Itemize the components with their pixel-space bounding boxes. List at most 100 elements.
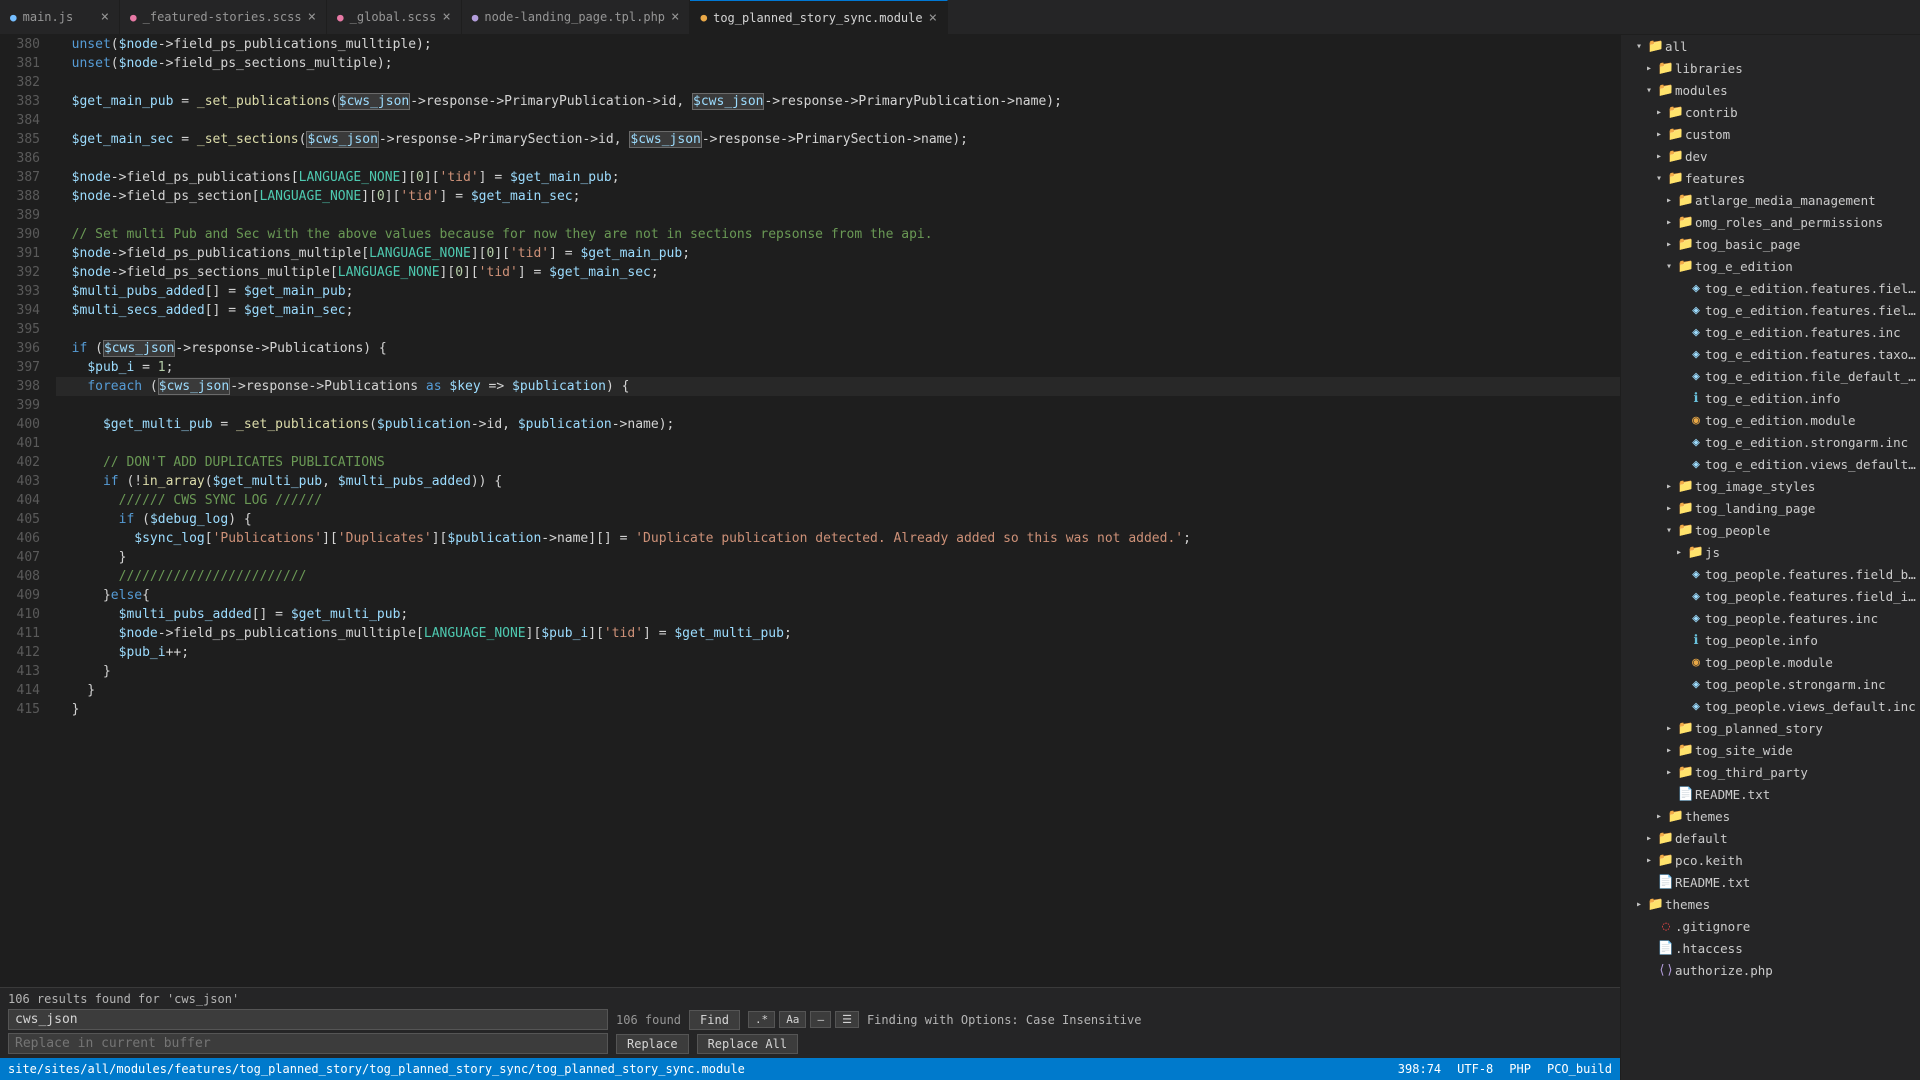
- folder-arrow: ▸: [1661, 767, 1677, 778]
- line-number: 405: [8, 510, 40, 529]
- file-tog_e_edition_info[interactable]: ℹtog_e_edition.info: [1621, 387, 1920, 409]
- folder-libraries[interactable]: ▸📁libraries: [1621, 57, 1920, 79]
- folder-icon: 📁: [1647, 897, 1665, 912]
- tab-global-scss[interactable]: ●_global.scss×: [327, 0, 462, 34]
- replace-all-button[interactable]: Replace All: [697, 1034, 798, 1054]
- status-bar: site/sites/all/modules/features/tog_plan…: [0, 1058, 1620, 1080]
- code-line: unset($node->field_ps_publications_mullt…: [56, 35, 1620, 54]
- folder-icon: 📁: [1677, 523, 1695, 538]
- tree-item-label: tog_e_edition.views_default.inc: [1705, 457, 1920, 472]
- code-content[interactable]: unset($node->field_ps_publications_mullt…: [48, 35, 1620, 987]
- tree-item-label: modules: [1675, 83, 1920, 98]
- folder-icon: 📁: [1677, 479, 1695, 494]
- status-build: PCO_build: [1547, 1062, 1612, 1076]
- folder-tog_e_edition[interactable]: ▾📁tog_e_edition: [1621, 255, 1920, 277]
- folder-omg_roles_and_permissions[interactable]: ▸📁omg_roles_and_permissions: [1621, 211, 1920, 233]
- line-number: 411: [8, 624, 40, 643]
- file-tog_e_edition_features_inc[interactable]: ◈tog_e_edition.features.inc: [1621, 321, 1920, 343]
- code-line: ////////////////////////: [56, 567, 1620, 586]
- file-tog_e_edition_views_default_inc[interactable]: ◈tog_e_edition.views_default.inc: [1621, 453, 1920, 475]
- line-number: 380: [8, 35, 40, 54]
- folder-tog_landing_page[interactable]: ▸📁tog_landing_page: [1621, 497, 1920, 519]
- folder-dev[interactable]: ▸📁dev: [1621, 145, 1920, 167]
- file-README_txt[interactable]: 📄README.txt: [1621, 871, 1920, 893]
- search-count: 106 found: [616, 1013, 681, 1027]
- folder-icon: 📁: [1667, 127, 1685, 142]
- code-line: }: [56, 548, 1620, 567]
- folder-js[interactable]: ▸📁js: [1621, 541, 1920, 563]
- options-button[interactable]: ☰: [835, 1011, 859, 1028]
- regex-button[interactable]: .*: [748, 1011, 775, 1028]
- search-results-text: 106 results found for 'cws_json': [8, 992, 1612, 1006]
- whole-word-button[interactable]: —: [810, 1011, 831, 1028]
- replace-button[interactable]: Replace: [616, 1034, 689, 1054]
- folder-themes[interactable]: ▸📁themes: [1621, 893, 1920, 915]
- folder-tog_third_party[interactable]: ▸📁tog_third_party: [1621, 761, 1920, 783]
- folder-contrib[interactable]: ▸📁contrib: [1621, 101, 1920, 123]
- file-tog_people_features_field_base_inc[interactable]: ◈tog_people.features.field_base.inc: [1621, 563, 1920, 585]
- tab-close[interactable]: ×: [671, 9, 679, 25]
- file-tog_people_module[interactable]: ◉tog_people.module: [1621, 651, 1920, 673]
- inc-file-icon: ◈: [1687, 369, 1705, 384]
- module-file-icon: ◉: [1687, 413, 1705, 428]
- search-input-wrap: [8, 1009, 608, 1030]
- status-position: 398:74: [1398, 1062, 1441, 1076]
- file-_gitignore[interactable]: ◌.gitignore: [1621, 915, 1920, 937]
- folder-default[interactable]: ▸📁default: [1621, 827, 1920, 849]
- folder-atlarge_media_management[interactable]: ▸📁atlarge_media_management: [1621, 189, 1920, 211]
- file-authorize_php[interactable]: ⟨⟩authorize.php: [1621, 959, 1920, 981]
- file-tog_people_info[interactable]: ℹtog_people.info: [1621, 629, 1920, 651]
- folder-pco_keith[interactable]: ▸📁pco.keith: [1621, 849, 1920, 871]
- replace-input[interactable]: [15, 1036, 601, 1051]
- file-tog_people_features_field_instance_inc[interactable]: ◈tog_people.features.field_instance.inc: [1621, 585, 1920, 607]
- file-tog_e_edition_module[interactable]: ◉tog_e_edition.module: [1621, 409, 1920, 431]
- folder-tog_basic_page[interactable]: ▸📁tog_basic_page: [1621, 233, 1920, 255]
- folder-icon: 📁: [1677, 259, 1695, 274]
- tab-featured-stories-scss[interactable]: ●_featured-stories.scss×: [120, 0, 327, 34]
- tab-label: _global.scss: [350, 10, 437, 24]
- case-sensitive-button[interactable]: Aa: [779, 1011, 806, 1028]
- line-number: 404: [8, 491, 40, 510]
- search-input[interactable]: [15, 1012, 601, 1027]
- tab-tog-planned-story-sync[interactable]: ●tog_planned_story_sync.module×: [690, 0, 948, 34]
- line-number: 400: [8, 415, 40, 434]
- tab-main-js[interactable]: ●main.js×: [0, 0, 120, 34]
- folder-tog_people[interactable]: ▾📁tog_people: [1621, 519, 1920, 541]
- code-line: if ($cws_json->response->Publications) {: [56, 339, 1620, 358]
- tab-close[interactable]: ×: [442, 9, 450, 25]
- file-tog_e_edition_strongarm_inc[interactable]: ◈tog_e_edition.strongarm.inc: [1621, 431, 1920, 453]
- folder-tog_planned_story[interactable]: ▸📁tog_planned_story: [1621, 717, 1920, 739]
- file-_htaccess[interactable]: 📄.htaccess: [1621, 937, 1920, 959]
- code-line: unset($node->field_ps_sections_multiple)…: [56, 54, 1620, 73]
- tab-node-landing-page-tpl[interactable]: ●node-landing_page.tpl.php×: [462, 0, 691, 34]
- file-tog_people_views_default_inc[interactable]: ◈tog_people.views_default.inc: [1621, 695, 1920, 717]
- tab-close[interactable]: ×: [101, 9, 109, 25]
- tab-close[interactable]: ×: [929, 10, 937, 26]
- folder-features[interactable]: ▾📁features: [1621, 167, 1920, 189]
- folder-all[interactable]: ▾📁all: [1621, 35, 1920, 57]
- file-tog_people_features_inc[interactable]: ◈tog_people.features.inc: [1621, 607, 1920, 629]
- file-tog_people_strongarm_inc[interactable]: ◈tog_people.strongarm.inc: [1621, 673, 1920, 695]
- info-file-icon: ℹ: [1687, 391, 1705, 406]
- tree-item-label: .htaccess: [1675, 941, 1920, 956]
- find-button[interactable]: Find: [689, 1010, 740, 1030]
- file-tog_e_edition_features_field_base_inc[interactable]: ◈tog_e_edition.features.field_base.inc: [1621, 277, 1920, 299]
- folder-tog_site_wide[interactable]: ▸📁tog_site_wide: [1621, 739, 1920, 761]
- tree-item-label: dev: [1685, 149, 1920, 164]
- folder-custom[interactable]: ▸📁custom: [1621, 123, 1920, 145]
- file-README_txt[interactable]: 📄README.txt: [1621, 783, 1920, 805]
- folder-themes[interactable]: ▸📁themes: [1621, 805, 1920, 827]
- finding-options-label: Finding with Options: Case Insensitive: [867, 1013, 1142, 1027]
- file-tog_e_edition_features_field_instance_inc[interactable]: ◈tog_e_edition.features.field_instance.i…: [1621, 299, 1920, 321]
- gitignore-file-icon: ◌: [1657, 919, 1675, 934]
- code-line: [56, 206, 1620, 225]
- inc-file-icon: ◈: [1687, 699, 1705, 714]
- folder-arrow: ▸: [1671, 547, 1687, 558]
- tab-close[interactable]: ×: [308, 9, 316, 25]
- file-tog_e_edition_features_taxonomy_inc[interactable]: ◈tog_e_edition.features.taxonomy.inc: [1621, 343, 1920, 365]
- file-tog_e_edition_file_default_displays_inc[interactable]: ◈tog_e_edition.file_default_displays.inc: [1621, 365, 1920, 387]
- folder-icon: 📁: [1657, 61, 1675, 76]
- folder-arrow: ▸: [1641, 833, 1657, 844]
- folder-modules[interactable]: ▾📁modules: [1621, 79, 1920, 101]
- folder-tog_image_styles[interactable]: ▸📁tog_image_styles: [1621, 475, 1920, 497]
